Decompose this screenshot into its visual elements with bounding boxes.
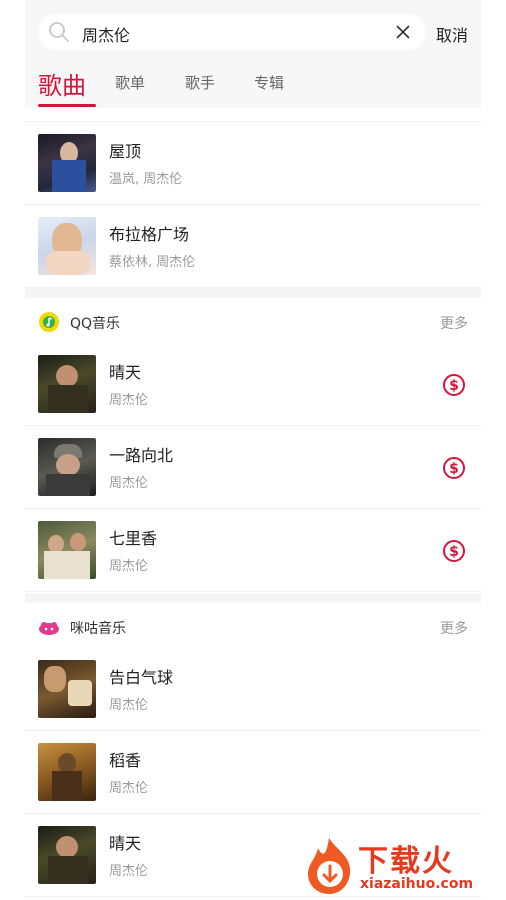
list-item[interactable]: 屋顶 温岚, 周杰伦 bbox=[25, 122, 481, 205]
song-artist: 周杰伦 bbox=[109, 393, 149, 408]
list-item-partial bbox=[25, 40, 481, 122]
song-artist: 周杰伦 bbox=[109, 781, 149, 796]
paid-song-icon[interactable]: $ bbox=[442, 456, 466, 480]
svg-text:$: $ bbox=[449, 544, 459, 560]
album-cover bbox=[38, 355, 96, 413]
song-artist: 周杰伦 bbox=[109, 864, 149, 879]
list-item[interactable]: 告白气球 周杰伦 bbox=[25, 648, 481, 731]
svg-text:$: $ bbox=[449, 378, 459, 394]
album-cover bbox=[38, 826, 96, 884]
list-item[interactable]: 布拉格广场 蔡依林, 周杰伦 bbox=[25, 205, 481, 288]
migu-music-logo-icon bbox=[39, 622, 59, 635]
list-item[interactable]: 七里香 周杰伦 $ bbox=[25, 509, 481, 592]
close-icon[interactable] bbox=[394, 23, 412, 41]
album-cover bbox=[38, 743, 96, 801]
song-title: 七里香 bbox=[109, 529, 158, 548]
section-title: QQ音乐 bbox=[70, 316, 121, 332]
list-item[interactable]: 一路向北 周杰伦 $ bbox=[25, 426, 481, 509]
song-title: 晴天 bbox=[109, 363, 142, 382]
section-divider bbox=[25, 288, 481, 298]
list-item[interactable]: 晴天 周杰伦 $ bbox=[25, 343, 481, 426]
paid-song-icon[interactable]: $ bbox=[442, 539, 466, 563]
migu-music-section-header: 咪咕音乐 更多 bbox=[25, 603, 481, 653]
song-title: 一路向北 bbox=[109, 446, 174, 465]
list-item[interactable]: 稻香 周杰伦 bbox=[25, 731, 481, 814]
album-cover bbox=[38, 521, 96, 579]
song-artist: 周杰伦 bbox=[109, 476, 149, 491]
album-cover bbox=[38, 660, 96, 718]
album-cover bbox=[38, 438, 96, 496]
song-title: 晴天 bbox=[109, 834, 142, 853]
search-results-page: 周杰伦 取消 歌曲 歌单 歌手 专辑 屋顶 温岚, 周杰伦 布拉格广场 蔡依林,… bbox=[25, 0, 481, 900]
watermark-title: 下载火 bbox=[358, 844, 454, 879]
song-artist: 温岚, 周杰伦 bbox=[109, 172, 183, 187]
watermark: 下载火 xiazaihuo.com bbox=[298, 834, 503, 898]
svg-text:$: $ bbox=[449, 461, 459, 477]
song-title: 布拉格广场 bbox=[109, 225, 190, 244]
qq-music-logo-icon bbox=[39, 312, 59, 332]
more-button[interactable]: 更多 bbox=[440, 313, 468, 333]
watermark-url: xiazaihuo.com bbox=[360, 876, 474, 892]
song-artist: 周杰伦 bbox=[109, 698, 149, 713]
song-title: 稻香 bbox=[109, 751, 142, 770]
song-title: 告白气球 bbox=[109, 668, 174, 687]
song-artist: 周杰伦 bbox=[109, 559, 149, 574]
paid-song-icon[interactable]: $ bbox=[442, 373, 466, 397]
qq-music-section-header: QQ音乐 更多 bbox=[25, 298, 481, 348]
section-divider bbox=[25, 593, 481, 603]
album-cover bbox=[38, 217, 96, 275]
flame-logo-icon bbox=[308, 838, 351, 894]
more-button[interactable]: 更多 bbox=[440, 618, 468, 638]
album-cover bbox=[38, 134, 96, 192]
section-title: 咪咕音乐 bbox=[70, 621, 126, 637]
song-artist: 蔡依林, 周杰伦 bbox=[109, 255, 196, 270]
song-title: 屋顶 bbox=[109, 142, 142, 161]
